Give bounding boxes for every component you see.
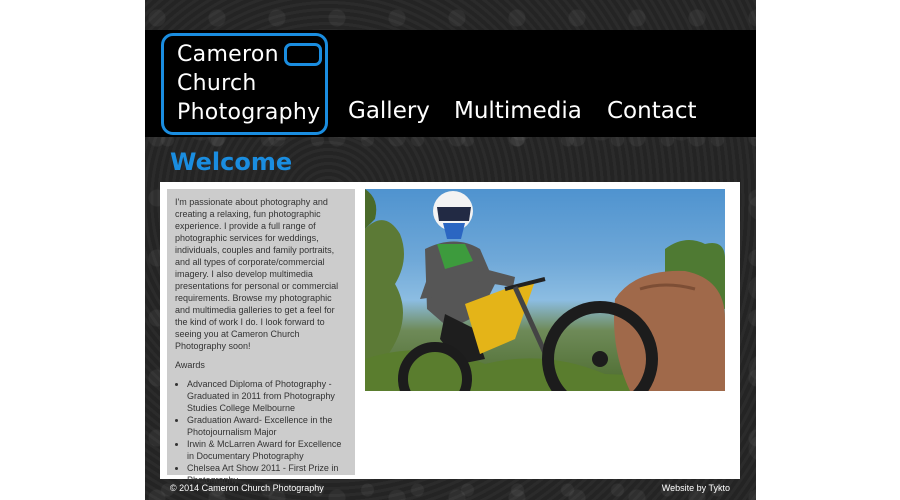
- logo-line-1: Cameron: [177, 42, 279, 67]
- photo-illustration: [365, 189, 725, 391]
- awards-heading: Awards: [175, 360, 205, 370]
- page-title: Welcome: [170, 148, 293, 176]
- awards-list: Advanced Diploma of Photography - Gradua…: [175, 378, 348, 486]
- logo-line-2: Church: [177, 71, 257, 96]
- content-panel: I'm passionate about photography and cre…: [160, 182, 740, 485]
- rider-goggles: [437, 207, 471, 221]
- award-item: Irwin & McLarren Award for Excellence in…: [187, 438, 348, 462]
- footer-copyright: © 2014 Cameron Church Photography: [170, 483, 324, 493]
- site-logo[interactable]: Cameron Church Photography: [161, 33, 328, 135]
- camera-logo-icon: [284, 43, 322, 66]
- rider-chin-guard: [443, 223, 465, 239]
- logo-line-3: Photography: [177, 100, 321, 125]
- featured-photo-mountain-biker: [365, 189, 725, 391]
- intro-text: I'm passionate about photography and cre…: [175, 197, 339, 351]
- award-item: Advanced Diploma of Photography - Gradua…: [187, 378, 348, 414]
- nav-link-gallery[interactable]: Gallery: [348, 96, 430, 126]
- nav-link-contact[interactable]: Contact: [607, 96, 696, 126]
- rock: [614, 270, 725, 391]
- footer-credit-link[interactable]: Website by Tykto: [662, 482, 730, 494]
- award-item: Graduation Award- Excellence in the Phot…: [187, 414, 348, 438]
- about-sidebar: I'm passionate about photography and cre…: [167, 189, 355, 485]
- site-container: Cameron Church Photography Gallery Multi…: [145, 0, 756, 500]
- nav-link-multimedia[interactable]: Multimedia: [454, 96, 582, 126]
